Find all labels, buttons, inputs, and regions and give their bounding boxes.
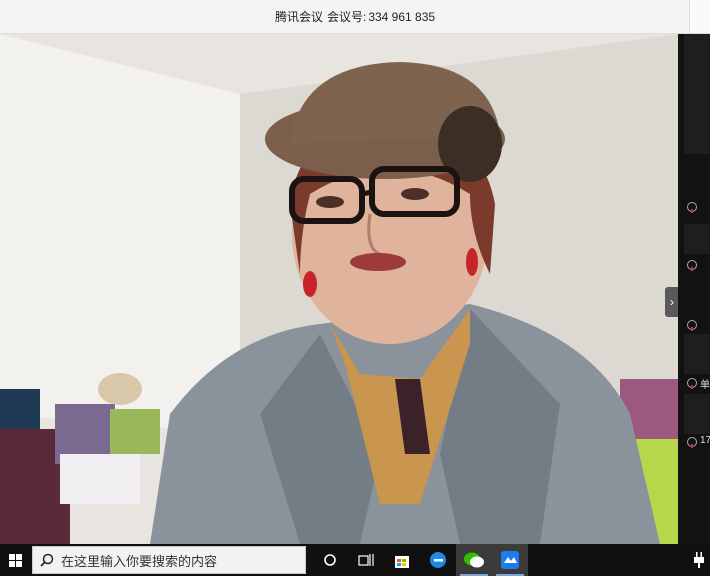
meeting-number-label: 会议号: [326, 10, 367, 24]
store-button[interactable] [384, 544, 420, 576]
participant-tile[interactable] [684, 34, 710, 154]
start-button[interactable] [0, 544, 30, 576]
chevron-right-icon: › [670, 295, 674, 309]
title-bar: 腾讯会议 会议号: 334 961 835 [0, 0, 710, 34]
task-view-button[interactable] [348, 544, 384, 576]
store-icon [395, 556, 409, 568]
meeting-number: 334 961 835 [368, 9, 436, 24]
participant-name: 单 [700, 380, 710, 391]
edge-button[interactable] [420, 544, 456, 576]
participant-tile[interactable] [684, 334, 710, 374]
search-icon [33, 553, 61, 567]
participant-tile[interactable] [684, 224, 710, 254]
mic-muted-icon [687, 202, 697, 213]
mic-muted-icon [687, 437, 697, 448]
taskbar-search-box[interactable]: 在这里输入你要搜索的内容 [32, 546, 306, 574]
participants-panel: 单 17 [678, 34, 710, 544]
wechat-button[interactable] [456, 544, 492, 576]
cortana-button[interactable] [312, 544, 348, 576]
window-corner [689, 0, 710, 33]
main-video[interactable] [0, 34, 678, 544]
wechat-icon [464, 552, 484, 568]
mic-muted-icon [687, 320, 697, 331]
cortana-icon [324, 554, 336, 566]
video-frame [0, 34, 678, 544]
expand-panel-handle[interactable]: › [665, 287, 679, 317]
participant-name: 17 [700, 435, 710, 446]
tencent-meeting-icon [501, 551, 519, 569]
mic-muted-icon [687, 378, 697, 389]
mic-muted-icon [687, 260, 697, 271]
power-plug-icon[interactable] [694, 552, 704, 568]
search-placeholder: 在这里输入你要搜索的内容 [61, 553, 218, 569]
windows-taskbar: 在这里输入你要搜索的内容 [0, 544, 710, 576]
windows-start-icon [8, 553, 22, 567]
app-title: 腾讯会议 [274, 10, 323, 24]
task-view-icon [358, 554, 374, 566]
edge-icon [430, 552, 446, 568]
tencent-meeting-button[interactable] [492, 544, 528, 576]
participant-tile[interactable] [684, 394, 710, 434]
